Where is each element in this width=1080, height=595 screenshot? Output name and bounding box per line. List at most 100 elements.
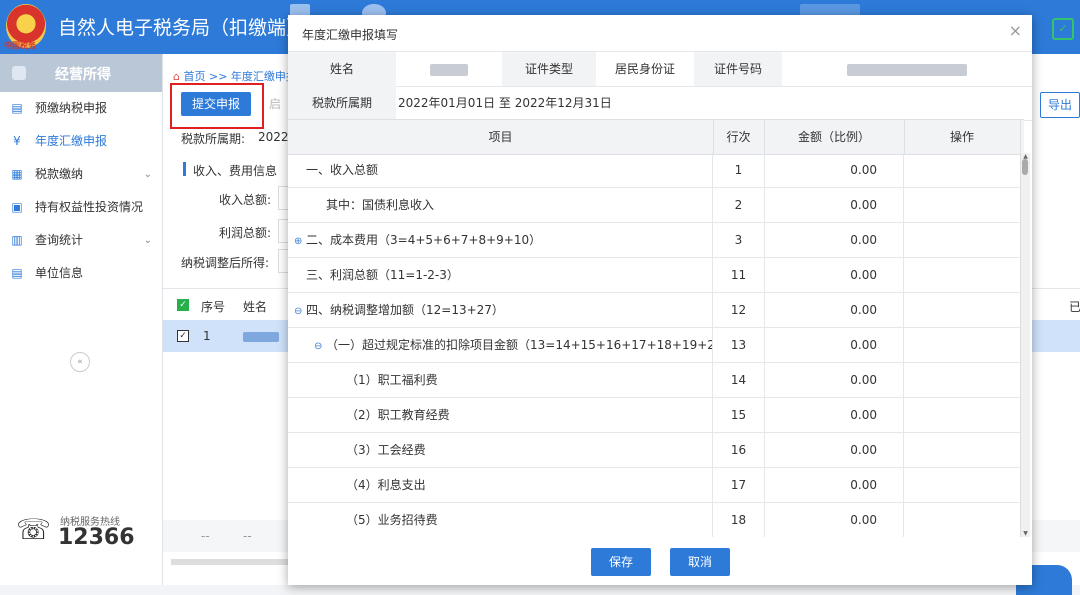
check-icon[interactable]: ✓ — [1052, 18, 1074, 40]
sidebar-header-label: 经营所得 — [55, 67, 111, 83]
col-operation: 操作 — [904, 120, 1021, 154]
row-item-label: （一）超过规定标准的扣除项目金额（13=14+15+16+17+18+19+20… — [326, 338, 713, 352]
sidebar-item-label: 税款缴纳 — [35, 167, 84, 181]
expand-icon[interactable]: ⊕ — [294, 225, 304, 257]
row-item: 其中：国债利息收入 — [288, 188, 713, 222]
row-amount[interactable]: 0.00 — [764, 293, 904, 327]
table-row[interactable]: （4）利息支出 17 0.00 — [288, 468, 1024, 503]
equity-icon: ▣ — [11, 200, 23, 214]
row-item: （3）工会经费 — [288, 433, 713, 467]
sidebar-item[interactable]: ▤ 单位信息 — [0, 257, 162, 290]
row-operation — [904, 503, 1021, 537]
col-amount: 金额（比例） — [764, 120, 905, 154]
table-row[interactable]: （2）职工教育经费 15 0.00 — [288, 398, 1024, 433]
sidebar-item[interactable]: ¥ 年度汇缴申报 — [0, 125, 162, 158]
row-amount[interactable]: 0.00 — [764, 363, 904, 397]
table-row[interactable]: 三、利润总额（11=1-2-3） 11 0.00 — [288, 258, 1024, 293]
row-operation — [904, 468, 1021, 502]
info-row-2: 税款所属期 2022年01月01日 至 2022年12月31日 — [288, 86, 1032, 121]
row-operation — [904, 188, 1021, 222]
sidebar-item[interactable]: ▥ 查询统计 ⌄ — [0, 224, 162, 257]
row-operation — [904, 258, 1021, 292]
select-all-checkbox[interactable]: ✓ — [177, 299, 189, 311]
row-amount[interactable]: 0.00 — [764, 188, 904, 222]
sidebar-item-label: 持有权益性投资情况 — [35, 200, 144, 214]
app-title: 自然人电子税务局（扣缴端） — [58, 17, 306, 39]
row-item-label: 四、纳税调整增加额（12=13+27） — [306, 303, 504, 317]
document-icon: ▤ — [11, 101, 23, 115]
unit-info-icon: ▤ — [11, 266, 23, 280]
row-amount[interactable]: 0.00 — [764, 223, 904, 257]
row-amount[interactable]: 0.00 — [764, 503, 904, 537]
table-row[interactable]: 其中：国债利息收入 2 0.00 — [288, 188, 1024, 223]
close-icon[interactable]: × — [1009, 21, 1022, 40]
sidebar-item-label: 预缴纳税申报 — [35, 101, 108, 115]
row-line-number: 11 — [713, 258, 765, 292]
row-amount[interactable]: 0.00 — [764, 328, 904, 362]
row-line-number: 14 — [713, 363, 765, 397]
row-item: ⊖ （一）超过规定标准的扣除项目金额（13=14+15+16+17+18+19+2… — [288, 328, 713, 362]
row-item: ⊖ 四、纳税调整增加额（12=13+27） — [288, 293, 713, 327]
collapse-icon[interactable]: ⊖ — [314, 330, 324, 362]
collapse-icon[interactable]: ⊖ — [294, 295, 304, 327]
row-amount[interactable]: 0.00 — [764, 398, 904, 432]
row-amount[interactable]: 0.00 — [764, 468, 904, 502]
row-line-number: 1 — [713, 153, 765, 187]
col-item: 项目 — [288, 120, 714, 154]
row-line-number: 18 — [713, 503, 765, 537]
home-icon[interactable]: ⌂ — [173, 70, 180, 83]
table-row[interactable]: ⊖ 四、纳税调整增加额（12=13+27） 12 0.00 — [288, 293, 1024, 328]
save-button[interactable]: 保存 — [591, 548, 651, 576]
taxpayer-info: 姓名 证件类型 居民身份证 证件号码 税款所属期 2022年01月01日 至 2… — [288, 51, 1032, 121]
id-type-value: 居民身份证 — [614, 62, 675, 76]
period-label: 税款所属期: — [181, 132, 246, 146]
table-row[interactable]: （3）工会经费 16 0.00 — [288, 433, 1024, 468]
hotline-number: 12366 — [58, 525, 135, 550]
sidebar-header[interactable]: 经营所得 — [0, 54, 162, 92]
chevron-down-icon: ⌄ — [143, 235, 152, 246]
table-row[interactable]: （1）职工福利费 14 0.00 — [288, 363, 1024, 398]
table-row[interactable]: 一、收入总额 1 0.00 — [288, 153, 1024, 188]
row-item: （2）职工教育经费 — [288, 398, 713, 432]
grid-body: 一、收入总额 1 0.00 其中：国债利息收入 2 0.00 ⊕ 二、成本费用（3=4+5+6… — [288, 153, 1024, 537]
row-amount[interactable]: 0.00 — [764, 153, 904, 187]
blurred-name[interactable] — [243, 332, 279, 342]
breadcrumb-home[interactable]: 首页 — [183, 70, 205, 83]
row-amount[interactable]: 0.00 — [764, 258, 904, 292]
row-checkbox[interactable]: ✓ — [177, 330, 189, 342]
section-marker — [183, 162, 186, 176]
cancel-button[interactable]: 取消 — [670, 548, 730, 576]
row-item-label: （3）工会经费 — [346, 443, 426, 457]
customer-service-icon: ☏ — [16, 513, 52, 546]
row-line-number: 15 — [713, 398, 765, 432]
row-item: ⊕ 二、成本费用（3=4+5+6+7+8+9+10） — [288, 223, 713, 257]
period-value: 2022年01月01日 至 2022年12月31日 — [398, 96, 612, 110]
sidebar-item[interactable]: ▦ 税款缴纳 ⌄ — [0, 158, 162, 191]
export-button[interactable]: 导出 — [1040, 92, 1080, 118]
sidebar-item[interactable]: ▣ 持有权益性投资情况 — [0, 191, 162, 224]
row-item-label: （5）业务招待费 — [346, 513, 438, 527]
start-button[interactable]: 启 — [269, 92, 289, 116]
scroll-down-icon[interactable]: ▼ — [1021, 530, 1030, 537]
section-title: 收入、费用信息 — [193, 164, 278, 178]
scroll-thumb[interactable] — [1022, 159, 1028, 175]
annual-declaration-dialog: 年度汇缴申报填写 × 姓名 证件类型 居民身份证 证件号码 税款所属期 2022… — [288, 15, 1032, 585]
horizontal-scrollbar[interactable] — [171, 559, 291, 565]
submit-declaration-button[interactable]: 提交申报 — [181, 92, 251, 116]
row-item: 一、收入总额 — [288, 153, 713, 187]
period-label: 税款所属期 — [288, 86, 396, 120]
table-row[interactable]: （5）业务招待费 18 0.00 — [288, 503, 1024, 537]
table-row[interactable]: ⊕ 二、成本费用（3=4+5+6+7+8+9+10） 3 0.00 — [288, 223, 1024, 258]
business-icon — [12, 66, 26, 80]
id-type-label: 证件类型 — [502, 52, 596, 86]
table-row[interactable]: ⊖ （一）超过规定标准的扣除项目金额（13=14+15+16+17+18+19+2… — [288, 328, 1024, 363]
hotline: ☏ 纳税服务热线 12366 — [12, 509, 152, 559]
collapse-sidebar-button[interactable]: « — [70, 352, 90, 372]
payment-icon: ▦ — [11, 167, 23, 181]
name-label: 姓名 — [288, 52, 396, 86]
row-amount[interactable]: 0.00 — [764, 433, 904, 467]
vertical-scrollbar[interactable]: ▲ ▼ — [1020, 153, 1030, 537]
sidebar-item[interactable]: ▤ 预缴纳税申报 — [0, 92, 162, 125]
id-no-value — [782, 52, 1032, 86]
sidebar-item-label: 查询统计 — [35, 233, 84, 247]
